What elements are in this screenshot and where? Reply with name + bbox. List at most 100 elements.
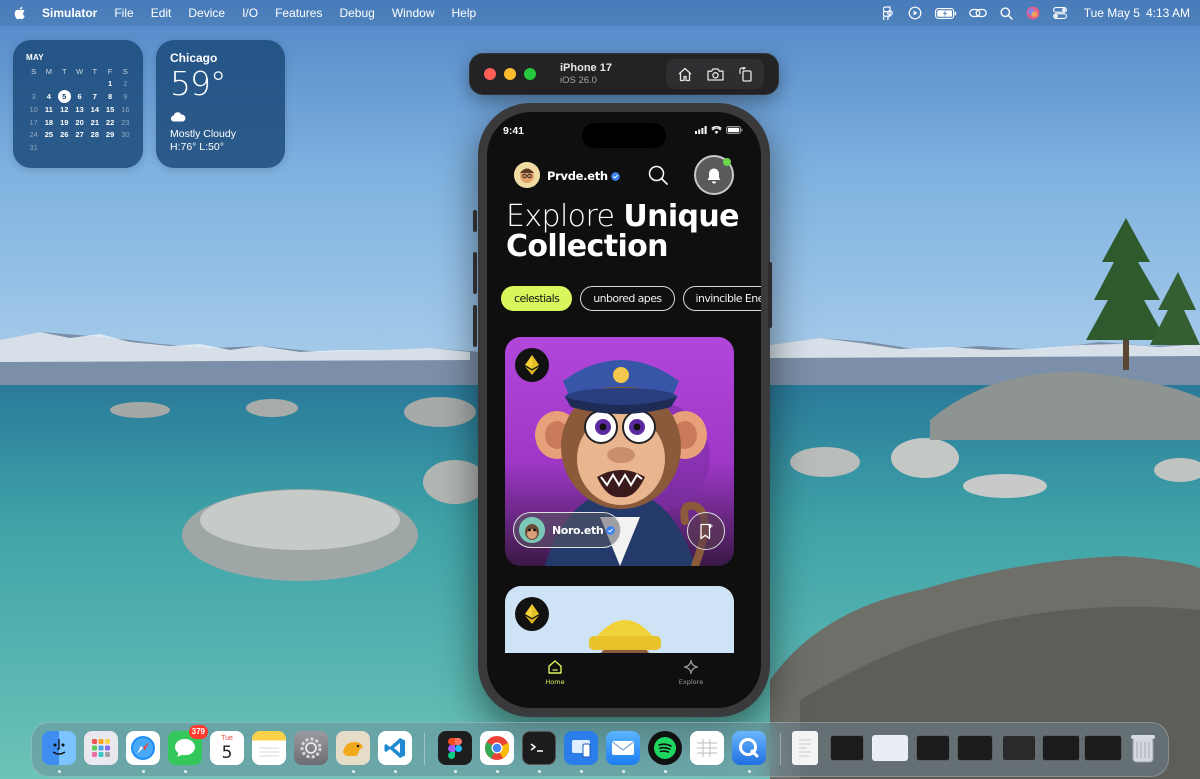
search-icon[interactable] xyxy=(999,6,1014,20)
trash-icon[interactable] xyxy=(1126,731,1160,765)
apple-menu-icon[interactable] xyxy=(12,5,28,21)
menu-help[interactable]: Help xyxy=(452,0,477,26)
rotate-icon[interactable] xyxy=(732,62,758,86)
ethereum-badge xyxy=(515,348,549,382)
minimized-window-thumbnail[interactable] xyxy=(872,735,908,761)
spotify-icon[interactable] xyxy=(648,731,682,765)
nft-card[interactable]: Noro.eth xyxy=(505,337,734,566)
weekday-header: T xyxy=(92,66,98,76)
menu-app-name[interactable]: Simulator xyxy=(42,0,97,26)
menu-io[interactable]: I/O xyxy=(242,0,258,26)
chip-invincible-enemies[interactable]: invincible Enemie xyxy=(682,286,761,311)
weekday-header: S xyxy=(31,66,37,76)
minimized-window-thumbnail[interactable] xyxy=(830,735,864,761)
menu-bar: Simulator File Edit Device I/O Features … xyxy=(0,0,1200,26)
notification-dot xyxy=(723,158,731,166)
calendar-day: 4 xyxy=(46,92,51,102)
launchpad-icon[interactable] xyxy=(84,731,118,765)
sparkle-icon xyxy=(683,659,699,675)
tableplus-icon[interactable] xyxy=(336,731,370,765)
dynamic-island xyxy=(582,123,666,148)
menu-time: 4:13 AM xyxy=(1145,6,1190,20)
menu-file[interactable]: File xyxy=(114,0,133,26)
finder-icon[interactable] xyxy=(42,731,76,765)
calendar-day: 18 xyxy=(44,117,54,127)
screenshot-icon[interactable] xyxy=(702,62,728,86)
messages-badge: 379 xyxy=(188,725,208,739)
menu-features[interactable]: Features xyxy=(275,0,322,26)
running-indicator xyxy=(496,770,499,773)
menu-window[interactable]: Window xyxy=(392,0,435,26)
calendar-day: 24 xyxy=(29,130,38,140)
system-settings-icon[interactable] xyxy=(294,731,328,765)
running-indicator xyxy=(538,770,541,773)
play-icon[interactable] xyxy=(908,6,923,20)
zoom-window-button[interactable] xyxy=(524,68,536,80)
figma-icon[interactable] xyxy=(881,6,896,20)
calendar-today-label: 5 xyxy=(57,90,71,104)
tab-explore[interactable]: Explore xyxy=(661,659,721,686)
calendar-widget[interactable]: MAY S M T W T F S 26 27 28 29 30 1 2 3 4… xyxy=(13,40,143,168)
tab-home[interactable]: Home xyxy=(525,659,585,686)
minimized-window-thumbnail[interactable] xyxy=(1084,735,1122,761)
numbers-icon[interactable] xyxy=(690,731,724,765)
running-indicator xyxy=(454,770,457,773)
figma-app-icon[interactable] xyxy=(438,731,472,765)
battery-icon[interactable] xyxy=(934,6,957,20)
home-icon[interactable] xyxy=(672,62,698,86)
search-icon[interactable] xyxy=(647,164,669,186)
verified-icon xyxy=(606,525,616,535)
bell-icon xyxy=(707,168,721,183)
chip-celestials[interactable]: celestials xyxy=(501,286,573,311)
calendar-day: 28 xyxy=(57,78,72,91)
calendar-month: MAY xyxy=(26,53,44,62)
volume-up-button[interactable] xyxy=(473,252,477,294)
minimized-window-thumbnail[interactable] xyxy=(957,735,993,761)
calendar-day: 30 xyxy=(87,78,102,91)
running-indicator xyxy=(142,770,145,773)
messages-icon[interactable]: 379 xyxy=(168,725,208,765)
menu-edit[interactable]: Edit xyxy=(151,0,172,26)
chrome-icon[interactable] xyxy=(480,731,514,765)
owner-pill[interactable]: Noro.eth xyxy=(513,512,621,548)
calendar-app-icon[interactable]: Tue 5 xyxy=(210,731,244,765)
weekday-header: S xyxy=(122,66,128,76)
calendar-day: 22 xyxy=(105,117,115,127)
calendar-day: 8 xyxy=(108,92,113,102)
minimized-window-thumbnail[interactable] xyxy=(1042,735,1080,761)
menu-clock[interactable]: Tue May 5 4:13 AM xyxy=(1084,6,1190,20)
terminal-icon[interactable] xyxy=(522,731,556,765)
tab-bar: Home Explore xyxy=(487,653,761,708)
safari-icon[interactable] xyxy=(126,731,160,765)
siri-icon[interactable] xyxy=(1026,6,1041,20)
minimize-window-button[interactable] xyxy=(504,68,516,80)
calendar-day: 9 xyxy=(123,92,128,102)
running-indicator xyxy=(748,770,751,773)
power-button[interactable] xyxy=(768,262,772,328)
simulator-icon[interactable] xyxy=(564,731,598,765)
menu-debug[interactable]: Debug xyxy=(339,0,374,26)
link-icon[interactable] xyxy=(968,6,987,20)
calendar-day: 29 xyxy=(72,78,87,91)
volume-down-button[interactable] xyxy=(473,305,477,347)
vscode-icon[interactable] xyxy=(378,731,412,765)
status-time: 9:41 xyxy=(503,125,525,137)
simulator-toolbar: iPhone 17 iOS 26.0 xyxy=(469,53,779,95)
action-button[interactable] xyxy=(473,210,477,232)
chip-unbored-apes[interactable]: unbored apes xyxy=(580,286,675,311)
notes-icon[interactable] xyxy=(252,731,286,765)
user-avatar[interactable] xyxy=(514,162,540,188)
weather-widget[interactable]: Chicago 59° Mostly Cloudy H:76° L:50° xyxy=(156,40,285,168)
menu-device[interactable]: Device xyxy=(188,0,225,26)
bookmark-button[interactable] xyxy=(687,512,725,550)
notifications-button[interactable] xyxy=(694,155,734,195)
control-center-icon[interactable] xyxy=(1053,6,1068,20)
document-preview-icon[interactable] xyxy=(792,731,818,765)
minimized-window-thumbnail[interactable] xyxy=(916,735,950,761)
mail-icon[interactable] xyxy=(606,731,640,765)
minimized-window-thumbnail[interactable] xyxy=(1002,735,1036,761)
weather-high-low: H:76° L:50° xyxy=(170,141,224,153)
quicktime-icon[interactable] xyxy=(732,731,766,765)
calendar-day: 13 xyxy=(75,104,84,114)
close-window-button[interactable] xyxy=(484,68,496,80)
